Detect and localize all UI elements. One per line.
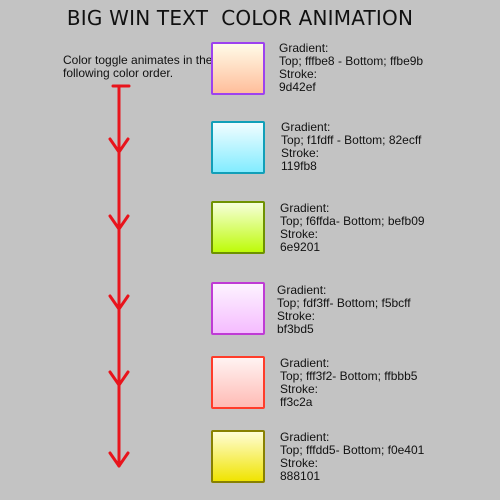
stroke-value: 119fb8 <box>281 159 317 173</box>
swatch-label-4: Gradient: Top; fdf3ff- Bottom; f5bcff St… <box>277 284 411 336</box>
color-swatch-2 <box>211 121 265 174</box>
stroke-value: 6e9201 <box>280 240 321 254</box>
stroke-value: ff3c2a <box>280 395 313 409</box>
swatch-label-5: Gradient: Top; fff3f2- Bottom; ffbbb5 St… <box>280 357 417 409</box>
stroke-value: bf3bd5 <box>277 322 314 336</box>
color-swatch-3 <box>211 201 265 254</box>
swatch-label-3: Gradient: Top; f6ffda- Bottom; befb09 St… <box>280 202 425 254</box>
color-swatch-6 <box>211 430 265 483</box>
swatch-label-6: Gradient: Top; fffdd5- Bottom; f0e401 St… <box>280 431 424 483</box>
color-swatch-5 <box>211 356 265 409</box>
swatch-label-2: Gradient: Top; f1fdff - Bottom; 82ecff S… <box>281 121 421 173</box>
color-swatch-4 <box>211 282 265 335</box>
color-swatch-1 <box>211 42 265 95</box>
swatch-label-1: Gradient: Top; fffbe8 - Bottom; ffbe9b S… <box>279 42 423 94</box>
stroke-value: 888101 <box>280 469 321 483</box>
stroke-value: 9d42ef <box>279 80 316 94</box>
